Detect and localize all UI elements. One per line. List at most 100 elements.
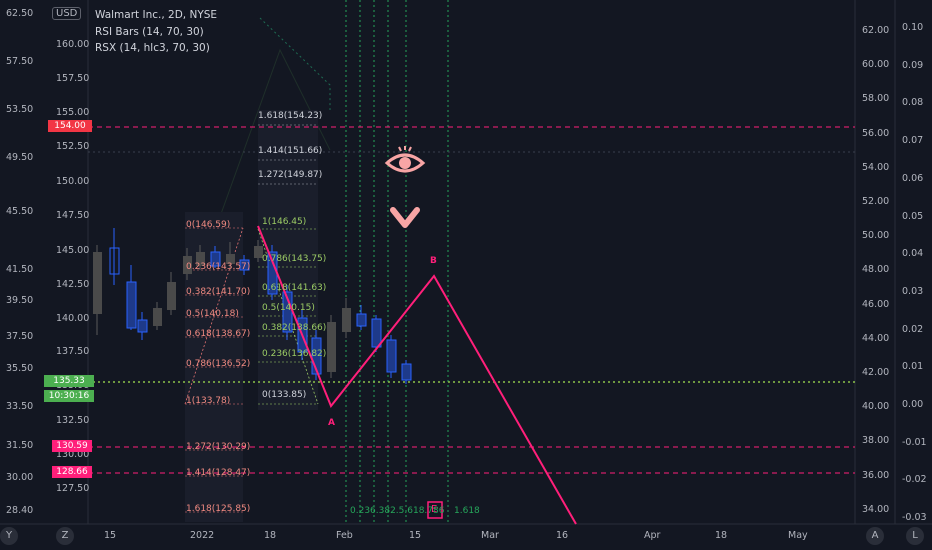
- right-axis-b-label: 0.02: [902, 323, 924, 335]
- price-axis-label: 160.00: [56, 39, 90, 50]
- left-axis-label: 31.50: [6, 440, 34, 451]
- price-axis-label: 150.00: [56, 176, 90, 187]
- right-axis-a-label: 56.00: [862, 127, 890, 139]
- price-axis-label: 132.50: [56, 415, 90, 426]
- right-axis-a-label: 52.00: [862, 196, 890, 207]
- right-axis-a-label: 38.00: [862, 435, 890, 447]
- fib-left-label: 1(133.78): [186, 396, 231, 406]
- fib-middle-label: 0.236(136.82): [262, 349, 327, 359]
- left-axis-label: 57.50: [6, 56, 34, 67]
- point-b-label: B: [430, 256, 437, 266]
- time-axis-label: Feb: [336, 530, 353, 541]
- price-axis-label: 137.50: [56, 346, 90, 357]
- right-axis-b-label: 0.08: [902, 97, 924, 109]
- fib-left-label: 0(146.59): [186, 220, 231, 230]
- right-axis-b-label: 0.10: [902, 22, 924, 33]
- time-axis-label: Apr: [644, 530, 661, 541]
- left-axis-label: 62.50: [6, 8, 34, 19]
- right-axis-b-label: 0.00: [902, 399, 924, 410]
- price-tag-154: 154.00: [48, 120, 92, 132]
- fib-left-label: 0.786(136.52): [186, 359, 251, 369]
- left-axis-label: 35.50: [6, 363, 34, 374]
- left-axis-label: 49.50: [6, 152, 34, 163]
- y-axis-button[interactable]: Y: [0, 527, 18, 545]
- right-axis-a-label: 46.00: [862, 298, 890, 310]
- point-a-label: A: [328, 418, 335, 428]
- fib-left-label: 0.382(141.70): [186, 287, 251, 297]
- right-axis-a-label: 40.00: [862, 401, 890, 413]
- right-axis-a-label: 58.00: [862, 93, 890, 105]
- right-axis-a-label: 36.00: [862, 469, 890, 481]
- time-axis-label: 15: [409, 530, 422, 541]
- left-axis-label: 30.00: [6, 472, 34, 483]
- price-tag-128: 128.66: [52, 466, 92, 478]
- fib-left-label: 0.618(138.67): [186, 329, 251, 339]
- fib-middle-label: 0.618(141.63): [262, 283, 327, 293]
- right-axis-b-label: 0.09: [902, 59, 924, 71]
- right-axis-a-label: 42.00: [862, 367, 890, 378]
- left-axis-label: 45.50: [6, 206, 34, 217]
- time-fib-1618-label: 1.618: [454, 506, 480, 516]
- price-axis-label: 157.50: [56, 73, 90, 84]
- time-axis-label: 15: [104, 530, 117, 541]
- price-axis-label: 142.50: [56, 279, 90, 290]
- right-axis-b-label: 0.01: [902, 361, 924, 373]
- right-axis-b-label: -0.03: [902, 512, 927, 524]
- fib-ext-label: 1.618(154.23): [258, 111, 323, 121]
- auto-scale-button[interactable]: A: [866, 527, 884, 545]
- right-axis-b-label: 0.06: [902, 172, 924, 184]
- right-axis-a-label: 54.00: [862, 161, 890, 173]
- right-axis-b-label: 0.03: [902, 285, 924, 297]
- fib-middle-label: 0.382(138.66): [262, 323, 327, 333]
- time-axis-label: 18: [264, 530, 277, 541]
- time-axis-label: 16: [556, 530, 569, 541]
- left-axis-label: 39.50: [6, 295, 34, 306]
- left-axis-label: 53.50: [6, 104, 34, 115]
- left-axis-label: 41.50: [6, 264, 34, 275]
- symbol-title[interactable]: Walmart Inc., 2D, NYSE: [95, 9, 217, 21]
- right-axis-b-label: 0.05: [902, 210, 924, 222]
- right-axis-a-label: 62.00: [862, 25, 890, 36]
- fib-left-label: 1.618(125.85): [186, 504, 251, 514]
- right-axis-b-label: 0.07: [902, 135, 924, 147]
- fib-middle-label: 1(146.45): [262, 217, 307, 227]
- right-axis-b-label: 0.04: [902, 248, 924, 260]
- eye-icon: [384, 146, 426, 173]
- fib-left-label: 1.272(130.29): [186, 442, 251, 452]
- right-axis-a-label: 48.00: [862, 264, 890, 276]
- right-axis-a-label: 44.00: [862, 332, 890, 344]
- right-axis-a-label: 60.00: [862, 59, 890, 71]
- price-axis-label: 140.00: [56, 313, 90, 324]
- price-axis-label: 155.00: [56, 107, 90, 118]
- time-fib-bottom-labels: 0.236.382.5.618.786: [350, 506, 445, 516]
- time-axis-label: 18: [715, 530, 728, 541]
- price-axis-label: 145.00: [56, 245, 90, 256]
- log-scale-button[interactable]: L: [906, 527, 924, 545]
- fib-middle-label: 0.786(143.75): [262, 254, 327, 264]
- price-axis-label: 152.50: [56, 141, 90, 152]
- z-axis-button[interactable]: Z: [56, 527, 74, 545]
- right-axis-a-label: 34.00: [862, 503, 890, 515]
- time-axis-label: Mar: [481, 530, 499, 541]
- fib-ext-label: 1.272(149.87): [258, 170, 323, 180]
- countdown-tag: 10:30:16: [44, 390, 94, 402]
- left-axis-label: 33.50: [6, 401, 34, 412]
- current-price-tag: 135.33: [44, 375, 94, 387]
- time-axis-label: May: [788, 530, 808, 541]
- time-axis-label: 2022: [190, 530, 215, 541]
- left-axis-label: 37.50: [6, 331, 34, 342]
- fib-left-label: 0.5(140.18): [186, 309, 239, 319]
- fib-ext-label: 1.414(151.66): [258, 146, 323, 156]
- right-axis-b-label: -0.02: [902, 474, 927, 486]
- price-axis-label: 147.50: [56, 210, 90, 221]
- fib-left-label: 0.236(143.57): [186, 262, 251, 272]
- left-axis-label: 28.40: [6, 505, 34, 516]
- right-axis-b-label: -0.01: [902, 436, 927, 448]
- dotted-trend-line: [259, 17, 331, 110]
- price-axis-label: 127.50: [56, 483, 90, 494]
- indicator-rsi-bars[interactable]: RSI Bars (14, 70, 30): [95, 26, 204, 38]
- currency-badge[interactable]: USD: [52, 7, 82, 20]
- indicator-rsx[interactable]: RSX (14, hlc3, 70, 30): [95, 42, 210, 54]
- price-chart[interactable]: [0, 0, 932, 550]
- fib-middle-label: 0(133.85): [262, 390, 307, 400]
